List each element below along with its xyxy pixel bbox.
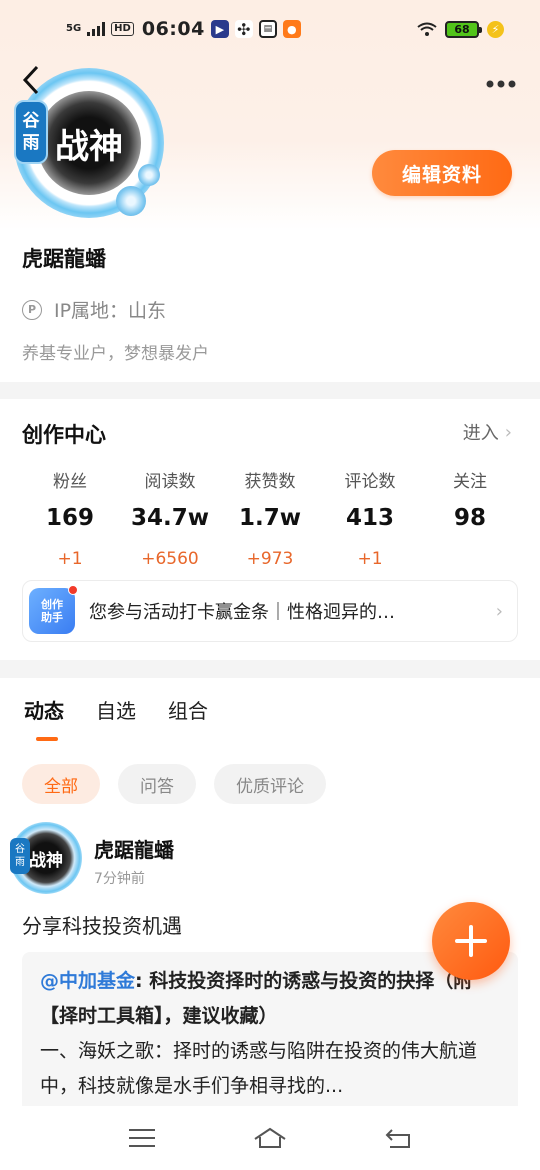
stats-row: 粉丝 169 +1 阅读数 34.7w +6560 获赞数 1.7w +973 … bbox=[20, 467, 520, 569]
chip-all[interactable]: 全部 bbox=[22, 764, 100, 804]
filter-chips: 全部 问答 优质评论 bbox=[22, 764, 326, 804]
notification-dot bbox=[68, 585, 78, 595]
tab-portfolio[interactable]: 组合 bbox=[168, 695, 208, 724]
ip-icon: P bbox=[22, 299, 42, 320]
stat-following[interactable]: 关注 98 bbox=[420, 467, 520, 569]
post-text[interactable]: 分享科技投资机遇 bbox=[22, 910, 182, 939]
flower-decoration bbox=[116, 186, 146, 216]
menu-icon bbox=[129, 1129, 155, 1147]
stat-reads[interactable]: 阅读数 34.7w +6560 bbox=[120, 467, 220, 569]
hd-icon: HD bbox=[111, 22, 134, 36]
creation-assistant-icon: 创作 助手 bbox=[29, 585, 78, 634]
bio: 养基专业户，梦想暴发户 bbox=[22, 344, 209, 364]
stat-fans[interactable]: 粉丝 169 +1 bbox=[20, 467, 120, 569]
avatar-image-text: 战神 bbox=[37, 91, 141, 195]
post-time: 7分钟前 bbox=[94, 871, 145, 887]
creation-center-title: 创作中心 bbox=[22, 423, 106, 447]
back-arrow-icon bbox=[22, 65, 39, 95]
fan-icon: ✣ bbox=[234, 20, 253, 39]
back-nav-button[interactable] bbox=[368, 1118, 428, 1158]
signal-bars-icon bbox=[87, 22, 106, 36]
wifi-icon bbox=[417, 22, 437, 36]
back-nav-icon bbox=[385, 1129, 410, 1148]
app-notification-icon: ▶ bbox=[210, 20, 229, 38]
feed-section: 动态 自选 组合 全部 问答 优质评论 战神 谷 雨 虎踞龍蟠 7分钟前 分享科… bbox=[0, 678, 540, 1122]
quote-body: 一、海妖之歌：择时的诱惑与陷阱在投资的伟大航道中，科技就像是水手们争相寻找的..… bbox=[40, 1040, 478, 1097]
status-bar: 5G HD 06:04 ▶ ✣ ▤ ● 68 ⚡ bbox=[0, 0, 540, 58]
shop-icon: ● bbox=[282, 20, 301, 38]
promo-text: 您参与活动打卡赢金条｜性格迥异的… bbox=[89, 602, 395, 623]
menu-button[interactable] bbox=[112, 1118, 172, 1158]
avatar-badge: 谷 雨 bbox=[14, 100, 48, 164]
clock: 06:04 bbox=[141, 18, 205, 40]
username: 虎踞龍蟠 bbox=[22, 247, 106, 271]
creation-center: 创作中心 进入 › 粉丝 169 +1 阅读数 34.7w +6560 获赞数 … bbox=[0, 399, 540, 660]
edit-profile-button[interactable]: 编辑资料 bbox=[372, 150, 512, 196]
battery-icon: 68 bbox=[445, 20, 482, 38]
home-icon bbox=[254, 1127, 286, 1148]
chip-quality-comments[interactable]: 优质评论 bbox=[214, 764, 326, 804]
back-button[interactable] bbox=[22, 64, 40, 104]
system-nav-bar bbox=[0, 1106, 540, 1170]
chip-qa[interactable]: 问答 bbox=[118, 764, 196, 804]
post-avatar-badge: 谷 雨 bbox=[10, 838, 30, 874]
quoted-article[interactable]: @中加基金: 科技投资择时的诱惑与投资的抉择（附【择时工具箱】，建议收藏） 一、… bbox=[22, 952, 518, 1122]
flower-decoration bbox=[138, 164, 160, 186]
signal-icon: 5G bbox=[66, 23, 82, 34]
charging-icon: ⚡ bbox=[487, 20, 504, 38]
enter-button[interactable]: 进入 › bbox=[463, 419, 512, 445]
ip-label: IP属地：山东 bbox=[54, 300, 167, 322]
home-button[interactable] bbox=[240, 1118, 300, 1158]
tab-dynamics[interactable]: 动态 bbox=[24, 695, 64, 741]
ip-location: P IP属地：山东 bbox=[22, 296, 166, 323]
plus-icon bbox=[455, 925, 487, 957]
quote-mention[interactable]: @中加基金 bbox=[40, 970, 135, 992]
chevron-right-icon: › bbox=[495, 600, 503, 622]
tab-watchlist[interactable]: 自选 bbox=[96, 695, 136, 724]
chevron-right-icon: › bbox=[504, 421, 512, 443]
bus-icon: ▤ bbox=[258, 20, 277, 38]
stat-comments[interactable]: 评论数 413 +1 bbox=[320, 467, 420, 569]
post-author[interactable]: 虎踞龍蟠 bbox=[94, 834, 174, 863]
feed-tabs: 动态 自选 组合 bbox=[24, 695, 208, 741]
more-dots-icon bbox=[486, 80, 516, 88]
promo-banner[interactable]: 创作 助手 您参与活动打卡赢金条｜性格迥异的… › bbox=[22, 580, 518, 642]
stat-likes[interactable]: 获赞数 1.7w +973 bbox=[220, 467, 320, 569]
create-post-button[interactable] bbox=[432, 902, 510, 980]
more-button[interactable] bbox=[486, 62, 516, 95]
